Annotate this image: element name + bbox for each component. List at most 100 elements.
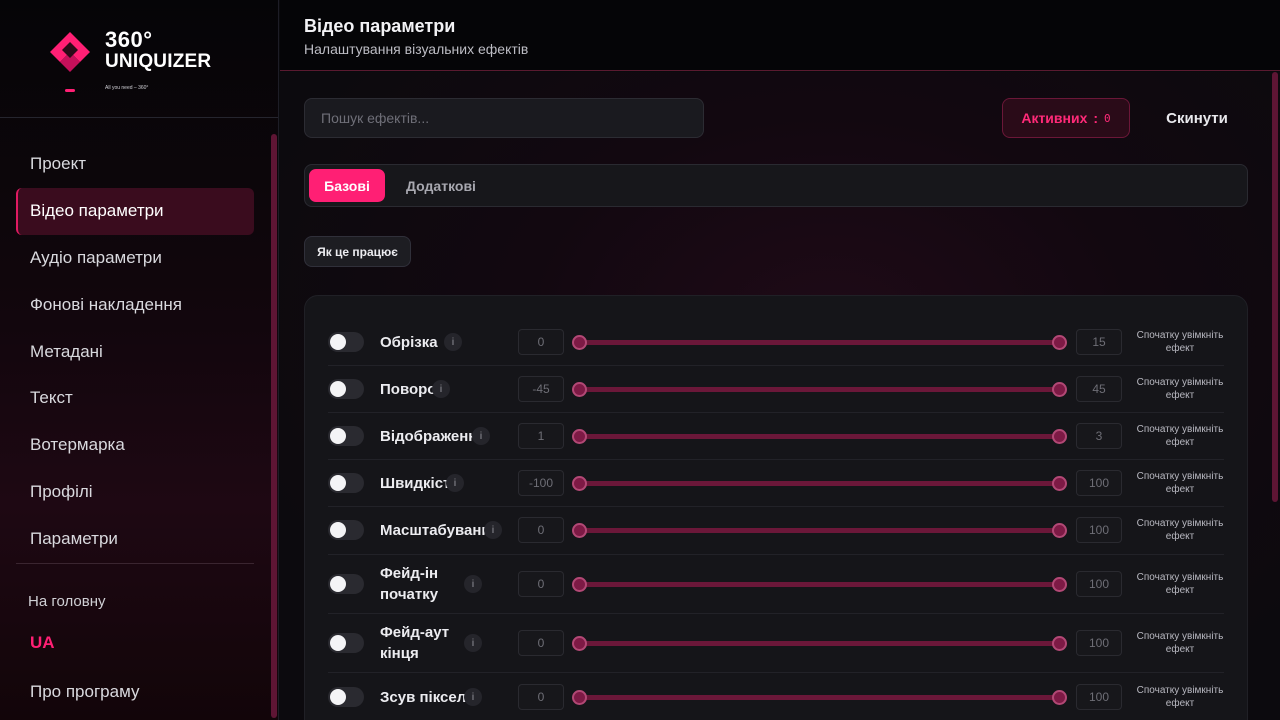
info-icon[interactable]: i	[464, 575, 482, 593]
effect-toggle[interactable]	[328, 332, 364, 352]
effect-toggle[interactable]	[328, 633, 364, 653]
brand-tagline: All you need – 360°	[105, 85, 149, 91]
effect-toggle[interactable]	[328, 379, 364, 399]
info-icon[interactable]: i	[444, 333, 462, 351]
effect-row-scale: Масштабування i 0 100 Спочатку увімкніть ефе…	[328, 507, 1224, 555]
slider-min-handle[interactable]	[572, 690, 587, 705]
effect-min-value[interactable]: -45	[518, 376, 564, 402]
effect-min-value[interactable]: 1	[518, 423, 564, 449]
info-icon[interactable]: i	[464, 634, 482, 652]
slider-max-handle[interactable]	[1052, 523, 1067, 538]
toggle-knob	[330, 689, 346, 705]
effect-max-value[interactable]: 100	[1076, 517, 1122, 543]
sidebar-item-settings[interactable]: Параметри	[16, 515, 254, 562]
toggle-knob	[330, 381, 346, 397]
active-count-separator: :	[1093, 110, 1099, 126]
tab-basic[interactable]: Базові	[309, 169, 385, 202]
effect-tabs: Базові Додаткові	[304, 164, 1248, 207]
sidebar-item-audio[interactable]: Аудіо параметри	[16, 235, 254, 282]
brand-line-2: UNIQUIZER	[105, 51, 212, 72]
effect-hint: Спочатку увімкніть ефект	[1136, 377, 1224, 401]
language-switch[interactable]: UA	[30, 633, 55, 653]
range-slider-track[interactable]	[580, 434, 1060, 439]
effect-toggle[interactable]	[328, 574, 364, 594]
slider-max-handle[interactable]	[1052, 577, 1067, 592]
effect-hint: Спочатку увімкніть ефект	[1136, 572, 1224, 596]
slider-min-handle[interactable]	[572, 382, 587, 397]
effect-max-value[interactable]: 45	[1076, 376, 1122, 402]
effect-toggle[interactable]	[328, 687, 364, 707]
effect-max-value[interactable]: 100	[1076, 470, 1122, 496]
effect-min-value[interactable]: 0	[518, 684, 564, 710]
effect-toggle[interactable]	[328, 520, 364, 540]
effect-max-value[interactable]: 3	[1076, 423, 1122, 449]
sidebar-item-metadata[interactable]: Метадані	[16, 328, 254, 375]
sidebar-item-project[interactable]: Проект	[16, 141, 254, 188]
range-slider-track[interactable]	[580, 528, 1060, 533]
effect-min-value[interactable]: 0	[518, 329, 564, 355]
tab-advanced[interactable]: Додаткові	[393, 169, 489, 202]
about-link[interactable]: Про програму	[30, 682, 139, 702]
effect-row-mirror: Відображення i 1 3 Спочатку увімкніть ефект	[328, 413, 1224, 460]
slider-max-handle[interactable]	[1052, 429, 1067, 444]
effect-row-crop: Обрізка i 0 15 Спочатку увімкніть ефект	[328, 319, 1224, 366]
reset-button[interactable]: Скинути	[1150, 98, 1244, 138]
info-icon[interactable]: i	[464, 688, 482, 706]
sidebar-item-overlays[interactable]: Фонові накладення	[16, 281, 254, 328]
sidebar-item-video[interactable]: Відео параметри	[16, 187, 254, 235]
slider-max-handle[interactable]	[1052, 636, 1067, 651]
effect-max-value[interactable]: 100	[1076, 571, 1122, 597]
main-scrollbar[interactable]	[1272, 72, 1278, 502]
page-subtitle: Налаштування візуальних ефектів	[304, 41, 529, 57]
brand-area: 360° UNIQUIZER All you need – 360°	[0, 0, 278, 118]
effect-label: Фейд-аут кінця	[380, 624, 450, 662]
sidebar-item-watermark[interactable]: Вотермарка	[16, 422, 254, 469]
info-icon[interactable]: i	[484, 521, 502, 539]
range-slider-track[interactable]	[580, 481, 1060, 486]
slider-min-handle[interactable]	[572, 476, 587, 491]
info-icon[interactable]: i	[446, 474, 464, 492]
effect-max-value[interactable]: 15	[1076, 329, 1122, 355]
slider-min-handle[interactable]	[572, 636, 587, 651]
slider-min-handle[interactable]	[572, 429, 587, 444]
toggle-knob	[330, 334, 346, 350]
effect-max-value[interactable]: 100	[1076, 684, 1122, 710]
range-slider-track[interactable]	[580, 641, 1060, 646]
brand-accent-dash	[65, 89, 75, 92]
effect-row-fade-in: Фейд-ін початку i 0 100 Спочатку увімкніть е…	[328, 555, 1224, 614]
slider-max-handle[interactable]	[1052, 690, 1067, 705]
slider-max-handle[interactable]	[1052, 476, 1067, 491]
effect-min-value[interactable]: 0	[518, 517, 564, 543]
effect-label: Фейд-ін початку	[380, 565, 439, 603]
slider-max-handle[interactable]	[1052, 382, 1067, 397]
sidebar-scrollbar[interactable]	[271, 134, 277, 718]
home-link[interactable]: На головну	[28, 593, 106, 610]
search-input[interactable]	[304, 98, 704, 138]
range-slider-track[interactable]	[580, 582, 1060, 587]
active-count-badge[interactable]: Активних : 0	[1002, 98, 1130, 138]
effect-max-value[interactable]: 100	[1076, 630, 1122, 656]
slider-max-handle[interactable]	[1052, 335, 1067, 350]
effect-toggle[interactable]	[328, 426, 364, 446]
effect-toggle[interactable]	[328, 473, 364, 493]
info-icon[interactable]: i	[472, 427, 490, 445]
slider-min-handle[interactable]	[572, 523, 587, 538]
slider-min-handle[interactable]	[572, 577, 587, 592]
effect-label: Поворот	[380, 381, 444, 398]
how-it-works-button[interactable]: Як це працює	[304, 236, 411, 267]
toggle-knob	[330, 522, 346, 538]
toggle-knob	[330, 576, 346, 592]
range-slider-track[interactable]	[580, 695, 1060, 700]
effect-min-value[interactable]: 0	[518, 571, 564, 597]
sidebar-item-profiles[interactable]: Профілі	[16, 469, 254, 516]
sidebar-item-text[interactable]: Текст	[16, 375, 254, 422]
page-title: Відео параметри	[304, 16, 456, 36]
page-header: Відео параметри Налаштування візуальних …	[280, 0, 1280, 71]
range-slider-track[interactable]	[580, 340, 1060, 345]
range-slider-track[interactable]	[580, 387, 1060, 392]
slider-min-handle[interactable]	[572, 335, 587, 350]
effect-min-value[interactable]: 0	[518, 630, 564, 656]
effect-min-value[interactable]: -100	[518, 470, 564, 496]
toggle-knob	[330, 475, 346, 491]
info-icon[interactable]: i	[432, 380, 450, 398]
